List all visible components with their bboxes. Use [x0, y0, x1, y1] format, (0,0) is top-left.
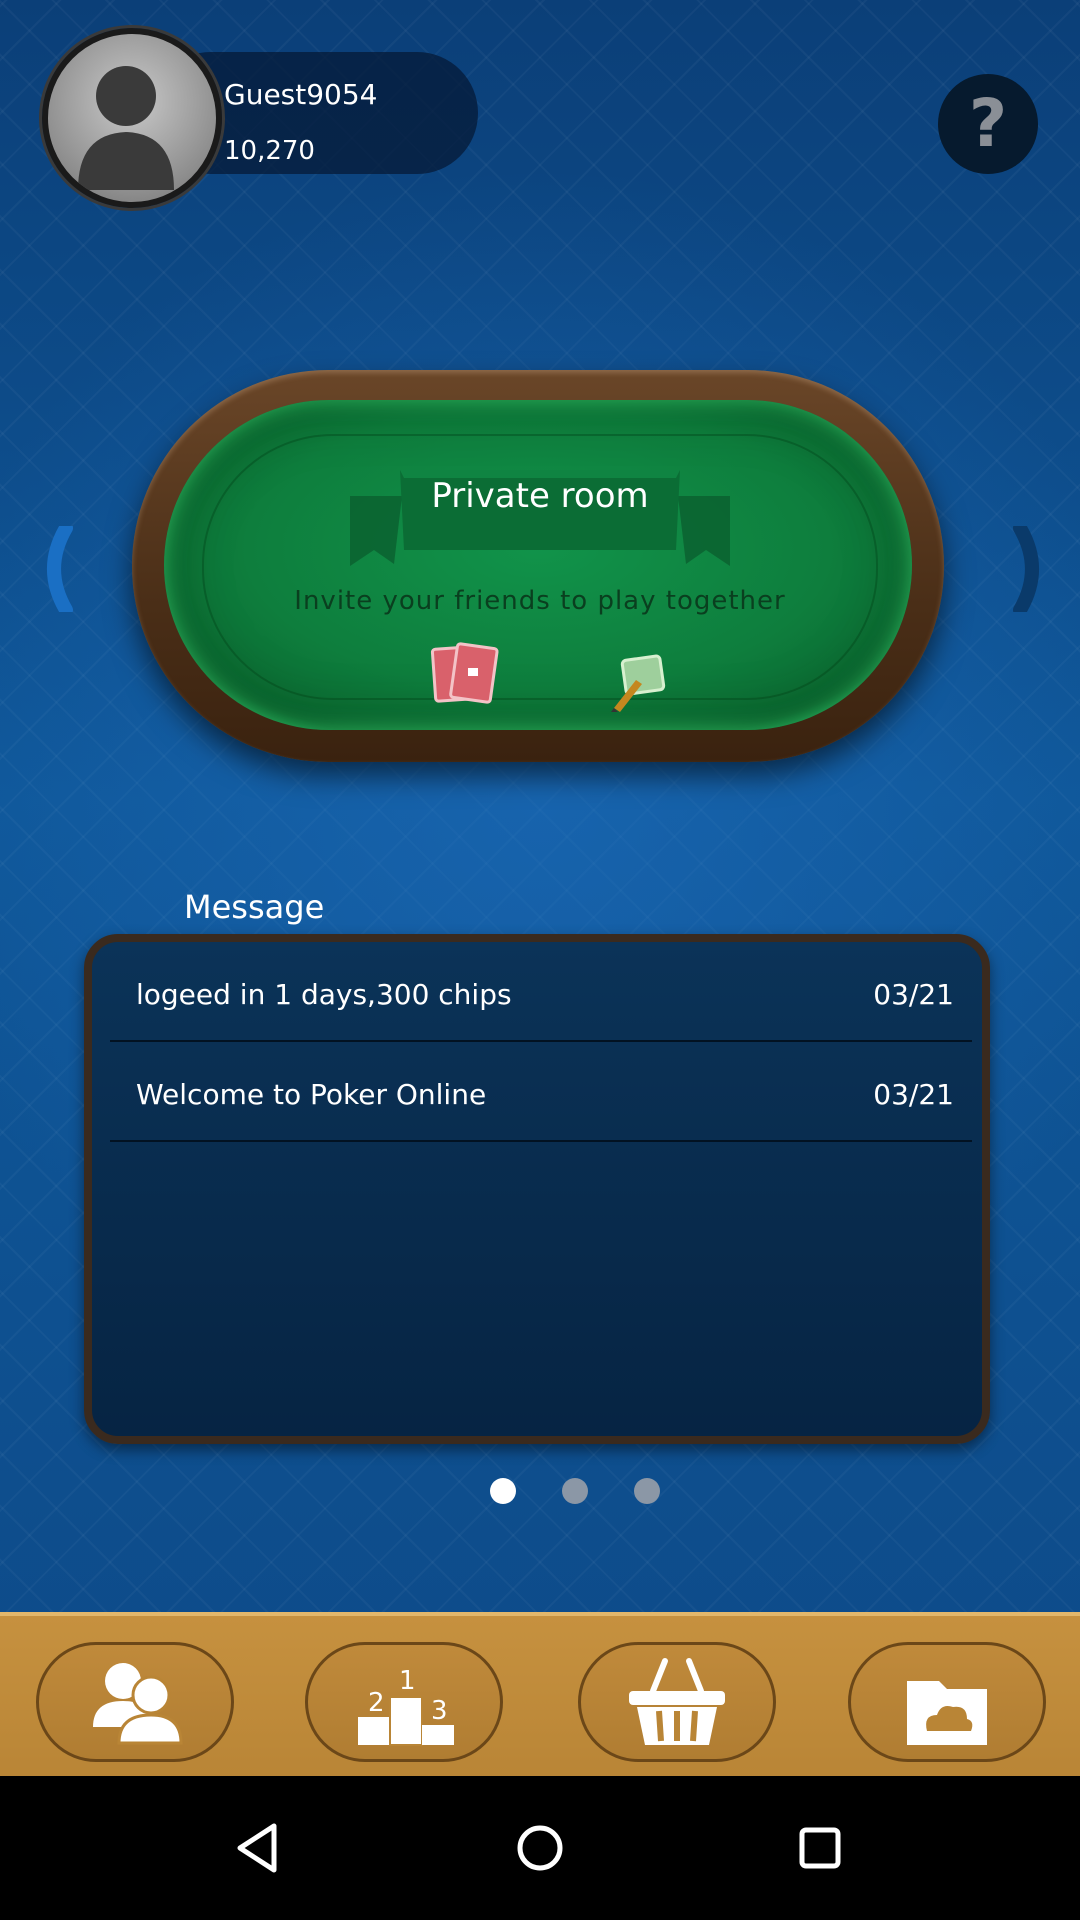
cloud-folder-icon — [907, 1681, 987, 1745]
help-button[interactable]: ? — [938, 74, 1038, 174]
message-panel: logeed in 1 days,300 chips 03/21 Welcome… — [84, 934, 990, 1444]
message-row[interactable]: Welcome to Poker Online 03/21 — [110, 1042, 972, 1142]
svg-text:2: 2 — [368, 1688, 385, 1718]
home-icon[interactable] — [510, 1818, 570, 1878]
background — [0, 0, 1080, 1776]
room-subtitle: Invite your friends to play together — [294, 586, 786, 616]
shop-basket-icon — [629, 1658, 725, 1745]
svg-text:1: 1 — [399, 1666, 416, 1696]
system-navigation-bar — [0, 1776, 1080, 1920]
back-icon[interactable] — [230, 1818, 290, 1878]
friends-icon — [93, 1663, 183, 1745]
arrow-left-icon[interactable] — [36, 526, 76, 612]
bottom-nav-bar: 2 1 3 — [0, 1612, 1080, 1780]
arrow-right-icon[interactable] — [1010, 526, 1050, 612]
page-dot[interactable] — [562, 1478, 588, 1504]
page-dot-active[interactable] — [490, 1478, 516, 1504]
page-dot[interactable] — [634, 1478, 660, 1504]
person-silhouette-icon — [78, 66, 174, 190]
room-title: Private room — [431, 476, 649, 516]
message-row[interactable]: logeed in 1 days,300 chips 03/21 — [110, 942, 972, 1042]
leaderboard-icon: 2 1 3 — [358, 1666, 454, 1746]
username: Guest9054 — [224, 78, 378, 111]
message-text: logeed in 1 days,300 chips — [136, 978, 512, 1011]
message-heading: Message — [184, 888, 325, 926]
svg-text:3: 3 — [431, 1696, 448, 1726]
message-date: 03/21 — [873, 978, 954, 1011]
message-text: Welcome to Poker Online — [136, 1078, 487, 1111]
shop-button[interactable] — [578, 1642, 776, 1762]
chip-count: 10,270 — [224, 136, 315, 166]
avatar[interactable] — [42, 28, 222, 208]
friends-button[interactable] — [36, 1642, 234, 1762]
cloud-folder-button[interactable] — [848, 1642, 1046, 1762]
message-date: 03/21 — [873, 1078, 954, 1111]
pencil-icon — [611, 654, 666, 712]
recents-icon[interactable] — [790, 1818, 850, 1878]
question-mark-icon: ? — [968, 85, 1008, 162]
leaderboard-button[interactable]: 2 1 3 — [305, 1642, 503, 1762]
cards-icon — [430, 642, 499, 704]
